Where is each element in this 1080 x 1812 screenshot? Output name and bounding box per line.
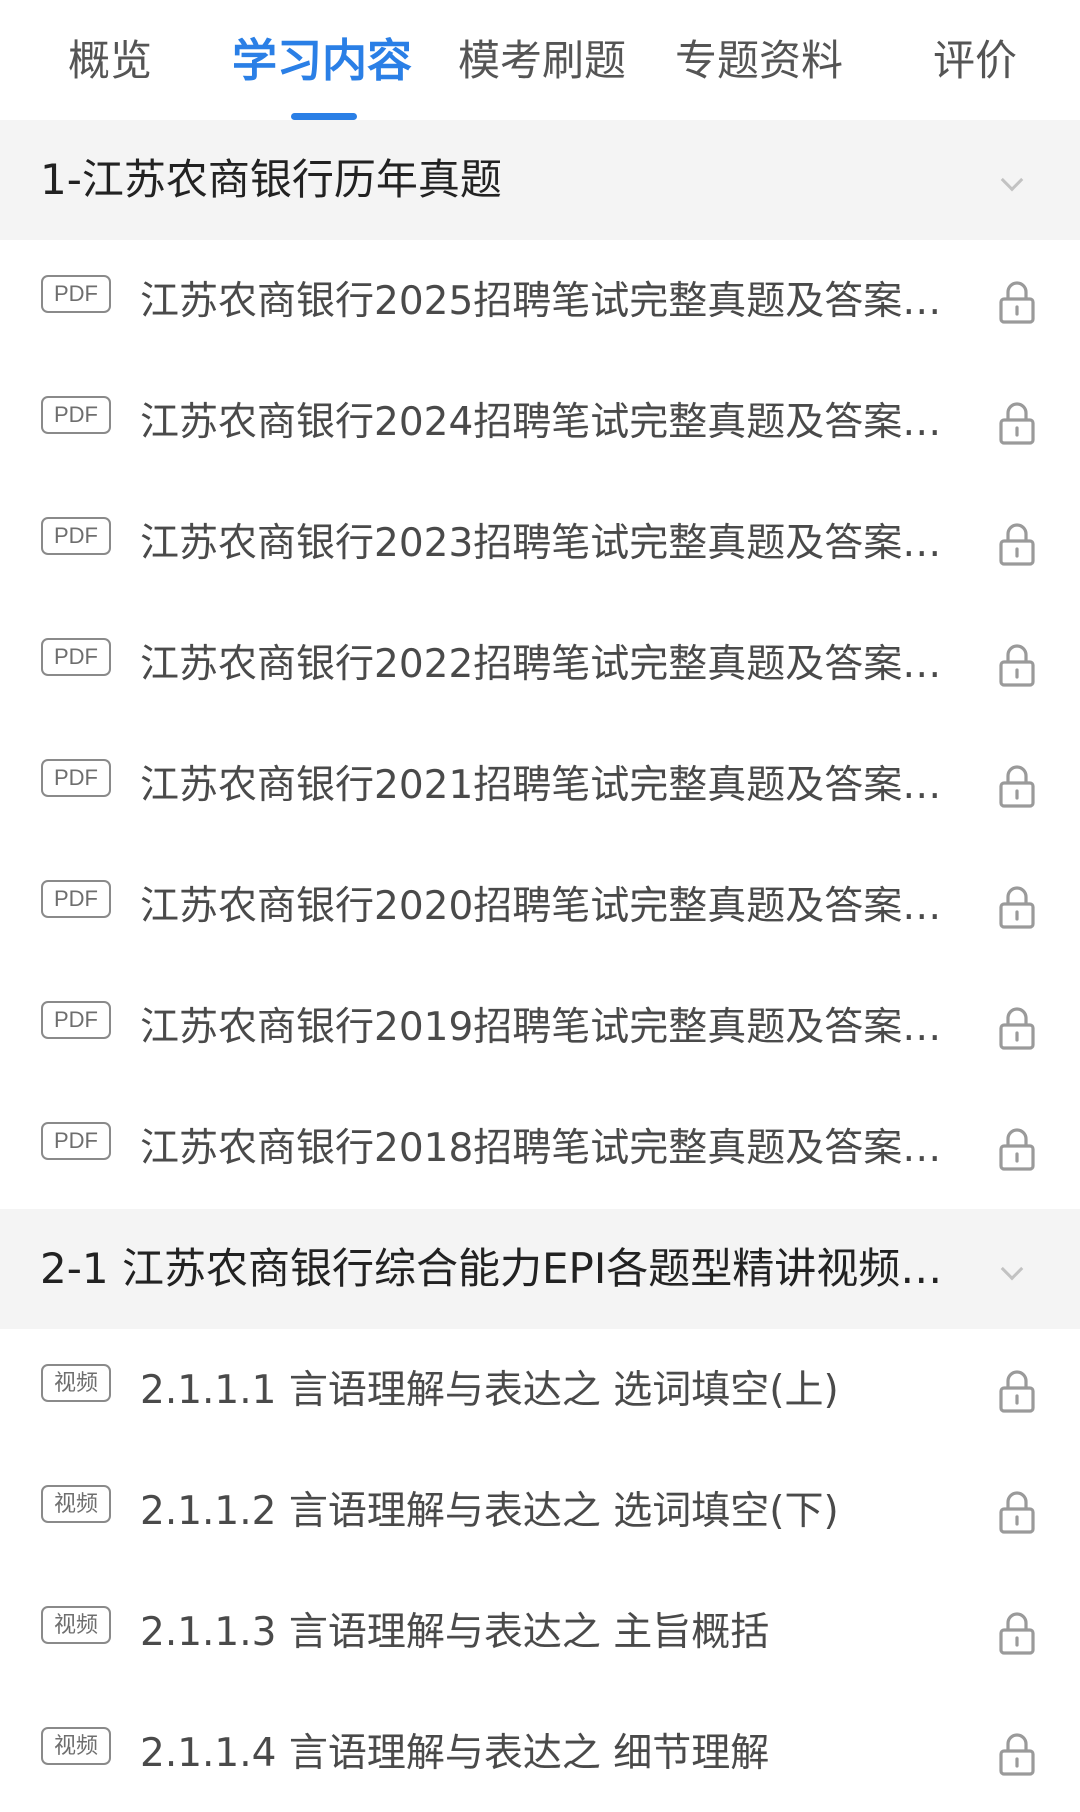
list-item-title: 江苏农商银行2025招聘笔试完整真题及答案… [140,279,942,324]
pdf-badge: PDF [41,880,111,918]
list-item-title: 2.1.1.4 言语理解与表达之 细节理解 [140,1731,770,1776]
list-item[interactable]: 视频 2.1.1.2 言语理解与表达之 选词填空(下) [0,1451,1080,1572]
tab-special-materials[interactable]: 专题资料 [675,28,843,94]
list-item-title: 江苏农商银行2023招聘笔试完整真题及答案… [140,521,942,566]
pdf-badge: PDF [41,517,111,555]
lock-icon [998,1369,1036,1413]
pdf-badge: PDF [41,1122,111,1160]
list-item[interactable]: PDF 江苏农商银行2019招聘笔试完整真题及答案… [0,967,1080,1088]
list-item-title: 江苏农商银行2021招聘笔试完整真题及答案… [140,763,942,808]
course-content-page: 概览 学习内容 模考刷题 专题资料 评价 1-江苏农商银行历年真题 PDF 江苏农… [0,0,1080,1812]
video-badge: 视频 [41,1364,111,1402]
lock-icon [998,764,1036,808]
list-item-title: 2.1.1.1 言语理解与表达之 选词填空(上) [140,1368,839,1413]
list-item[interactable]: PDF 江苏农商银行2024招聘笔试完整真题及答案… [0,362,1080,483]
lock-icon [998,1611,1036,1655]
section-header[interactable]: 2-1 江苏农商银行综合能力EPI各题型精讲视频… [0,1209,1080,1329]
list-item[interactable]: 视频 2.1.1.4 言语理解与表达之 细节理解 [0,1693,1080,1812]
video-badge: 视频 [41,1485,111,1523]
list-item[interactable]: 视频 2.1.1.3 言语理解与表达之 主旨概括 [0,1572,1080,1693]
lock-icon [998,1490,1036,1534]
pdf-badge: PDF [41,759,111,797]
tab-learning-content[interactable]: 学习内容 [232,28,412,94]
video-badge: 视频 [41,1727,111,1765]
tab-overview[interactable]: 概览 [68,28,152,94]
list-item-title: 江苏农商银行2019招聘笔试完整真题及答案… [140,1005,942,1050]
list-item[interactable]: 视频 2.1.1.1 言语理解与表达之 选词填空(上) [0,1330,1080,1451]
tab-bar: 概览 学习内容 模考刷题 专题资料 评价 [0,0,1080,120]
list-item[interactable]: PDF 江苏农商银行2018招聘笔试完整真题及答案… [0,1088,1080,1209]
list-item[interactable]: PDF 江苏农商银行2025招聘笔试完整真题及答案… [0,241,1080,362]
list-item-title: 江苏农商银行2022招聘笔试完整真题及答案… [140,642,942,687]
list-item[interactable]: PDF 江苏农商银行2020招聘笔试完整真题及答案… [0,846,1080,967]
list-item[interactable]: PDF 江苏农商银行2021招聘笔试完整真题及答案… [0,725,1080,846]
chevron-down-icon[interactable] [1000,1257,1024,1281]
section-header[interactable]: 1-江苏农商银行历年真题 [0,120,1080,240]
active-tab-indicator [291,113,357,120]
list-item[interactable]: PDF 江苏农商银行2023招聘笔试完整真题及答案… [0,483,1080,604]
list-item[interactable]: PDF 江苏农商银行2022招聘笔试完整真题及答案… [0,604,1080,725]
lock-icon [998,1006,1036,1050]
lock-icon [998,1127,1036,1171]
tab-reviews[interactable]: 评价 [933,28,1017,94]
lock-icon [998,280,1036,324]
pdf-badge: PDF [41,638,111,676]
list-item-title: 江苏农商银行2020招聘笔试完整真题及答案… [140,884,942,929]
pdf-badge: PDF [41,396,111,434]
list-item-title: 2.1.1.2 言语理解与表达之 选词填空(下) [140,1489,839,1534]
list-item-title: 江苏农商银行2024招聘笔试完整真题及答案… [140,400,942,445]
lock-icon [998,522,1036,566]
lock-icon [998,1732,1036,1776]
chevron-down-icon[interactable] [1000,168,1024,192]
lock-icon [998,643,1036,687]
lock-icon [998,885,1036,929]
list-item-title: 江苏农商银行2018招聘笔试完整真题及答案… [140,1126,942,1171]
pdf-badge: PDF [41,1001,111,1039]
lock-icon [998,401,1036,445]
tab-mock-exam[interactable]: 模考刷题 [458,28,626,94]
video-badge: 视频 [41,1606,111,1644]
section-title: 2-1 江苏农商银行综合能力EPI各题型精讲视频… [40,1244,943,1293]
section-title: 1-江苏农商银行历年真题 [40,155,502,204]
list-item-title: 2.1.1.3 言语理解与表达之 主旨概括 [140,1610,770,1655]
pdf-badge: PDF [41,275,111,313]
